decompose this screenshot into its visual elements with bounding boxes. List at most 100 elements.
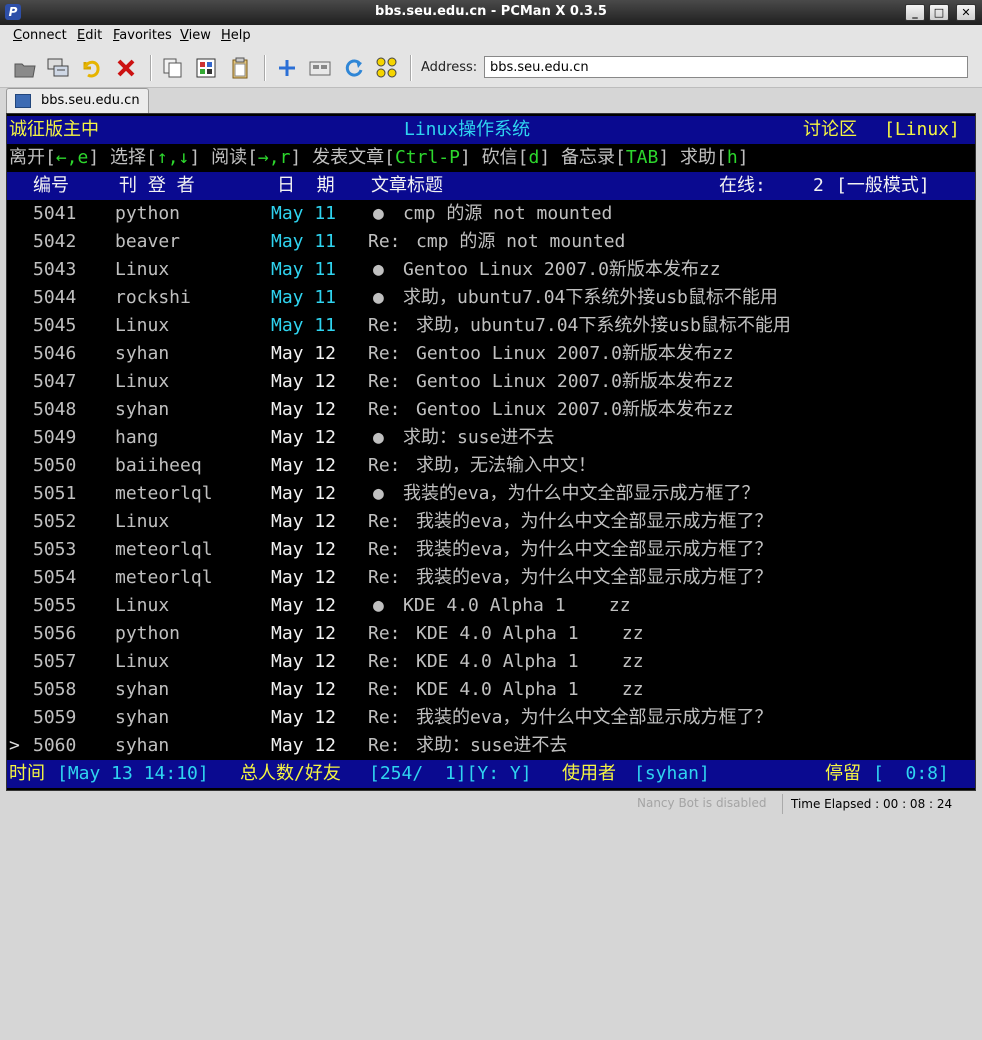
menu-help[interactable]: Help [221, 28, 251, 43]
disconnect-icon[interactable] [114, 56, 138, 80]
toolbar-separator [150, 55, 152, 81]
clipboard-icon[interactable] [228, 56, 252, 80]
post-number: 5042 [33, 231, 77, 252]
post-row[interactable]: >5060 syhan May 12 Re: 求助：suse进不去 [7, 732, 975, 760]
post-prefix: ● [373, 203, 384, 224]
post-title: 求助：suse进不去 [416, 735, 568, 756]
terminal-screen[interactable]: 诚征版主中 Linux操作系统 讨论区 [Linux] 离开[←,e] 选择[↑… [6, 113, 976, 791]
post-row[interactable]: 5056 python May 12 Re: KDE 4.0 Alpha 1 zz [7, 620, 975, 648]
post-date: May 12 [271, 651, 337, 672]
col-header-title: 文章标题 [371, 175, 443, 196]
post-number: 5041 [33, 203, 77, 224]
help-key: ↑,↓ [156, 147, 190, 168]
post-row[interactable]: 5047 Linux May 12 Re: Gentoo Linux 2007.0新版本… [7, 368, 975, 396]
post-prefix: ● [373, 483, 384, 504]
menu-favorites[interactable]: Favorites [113, 28, 172, 43]
post-prefix: Re: [368, 651, 401, 672]
menu-view[interactable]: View [180, 28, 211, 43]
post-row[interactable]: 5044 rockshi May 11 ● 求助，ubuntu7.04下系统外接usb鼠… [7, 284, 975, 312]
col-header-date: 日 期 [277, 175, 335, 196]
sites-icon[interactable] [46, 56, 70, 80]
help-text: 离开[ [9, 147, 56, 168]
help-key: ←,e [55, 147, 89, 168]
footer-users-value: [254/ 1][Y: Y] [369, 763, 532, 784]
add-favorite-icon[interactable] [275, 56, 299, 80]
board-header-left: 诚征版主中 [9, 119, 99, 140]
refresh-icon[interactable] [342, 56, 366, 80]
address-input[interactable] [484, 56, 968, 78]
post-row[interactable]: 5041 python May 11 ● cmp 的源 not mounted [7, 200, 975, 228]
time-elapsed: Time Elapsed : 00 : 08 : 24 [782, 794, 952, 814]
nav-grid-icon[interactable] [375, 56, 399, 80]
post-number: 5056 [33, 623, 77, 644]
post-row[interactable]: 5043 Linux May 11 ● Gentoo Linux 2007.0新版本发布… [7, 256, 975, 284]
post-prefix: Re: [368, 707, 401, 728]
post-row[interactable]: 5053 meteorlql May 12 Re: 我装的eva，为什么中文全部显示成方… [7, 536, 975, 564]
menu-bar: Connect Edit Favorites View Help [0, 25, 982, 47]
footer-time-value: [May 13 14:10] [57, 763, 209, 784]
help-key: TAB [625, 147, 659, 168]
board-footer: 时间 [May 13 14:10] 总人数/好友 [254/ 1][Y: Y] … [7, 760, 975, 788]
mode-indicator: [一般模式] [836, 175, 930, 196]
help-text: ] 砍信[ [459, 147, 529, 168]
post-prefix: Re: [368, 679, 401, 700]
post-date: May 12 [271, 567, 337, 588]
post-author: Linux [115, 259, 170, 280]
post-row[interactable]: 5050 baiiheeq May 12 Re: 求助，无法输入中文！ [7, 452, 975, 480]
post-author: syhan [115, 735, 170, 756]
emoticon-icon[interactable] [308, 56, 332, 80]
post-author: Linux [115, 371, 170, 392]
copy-icon[interactable] [161, 56, 185, 80]
post-author: syhan [115, 399, 170, 420]
post-row[interactable]: 5057 Linux May 12 Re: KDE 4.0 Alpha 1 zz [7, 648, 975, 676]
help-text: ] [737, 147, 749, 168]
tab-bbs-seu[interactable]: bbs.seu.edu.cn [6, 88, 149, 113]
col-header-num: 编号 [33, 175, 69, 196]
post-row[interactable]: 5052 Linux May 12 Re: 我装的eva，为什么中文全部显示成方框了？ [7, 508, 975, 536]
window-titlebar[interactable]: P bbs.seu.edu.cn - PCMan X 0.3.5 _ □ ✕ [0, 0, 982, 25]
folder-icon[interactable] [13, 56, 37, 80]
post-row[interactable]: 5042 beaver May 11 Re: cmp 的源 not mounted [7, 228, 975, 256]
maximize-button[interactable]: □ [929, 4, 949, 21]
post-row[interactable]: 5051 meteorlql May 12 ● 我装的eva，为什么中文全部显示成方框了… [7, 480, 975, 508]
post-author: python [115, 623, 181, 644]
post-row[interactable]: 5045 Linux May 11 Re: 求助，ubuntu7.04下系统外接usb鼠… [7, 312, 975, 340]
close-button[interactable]: ✕ [956, 4, 976, 21]
post-row[interactable]: 5054 meteorlql May 12 Re: 我装的eva，为什么中文全部显示成方… [7, 564, 975, 592]
window-title: bbs.seu.edu.cn - PCMan X 0.3.5 [375, 4, 607, 19]
post-row[interactable]: 5046 syhan May 12 Re: Gentoo Linux 2007.0新版本… [7, 340, 975, 368]
post-author: python [115, 203, 181, 224]
post-title: KDE 4.0 Alpha 1 zz [416, 623, 644, 644]
post-date: May 12 [271, 427, 337, 448]
post-number: 5058 [33, 679, 77, 700]
post-number: 5050 [33, 455, 77, 476]
post-row[interactable]: 5059 syhan May 12 Re: 我装的eva，为什么中文全部显示成方框了？ [7, 704, 975, 732]
board-header-board: [Linux] [884, 119, 960, 140]
reconnect-icon[interactable] [79, 56, 103, 80]
menu-edit[interactable]: Edit [77, 28, 102, 43]
post-author: baiiheeq [115, 455, 202, 476]
menu-connect[interactable]: Connect [13, 28, 67, 43]
post-title: 我装的eva，为什么中文全部显示成方框了？ [416, 511, 773, 532]
post-prefix: Re: [368, 623, 401, 644]
post-row[interactable]: 5055 Linux May 12 ● KDE 4.0 Alpha 1 zz [7, 592, 975, 620]
post-date: May 11 [271, 315, 337, 336]
paste-colored-icon[interactable] [194, 56, 218, 80]
column-header-bar: 编号 刊 登 者 日 期 文章标题 在线: 2 [一般模式] [7, 172, 975, 200]
board-header-title: Linux操作系统 [404, 119, 531, 140]
post-prefix: Re: [368, 511, 401, 532]
post-author: Linux [115, 511, 170, 532]
post-number: 5046 [33, 343, 77, 364]
post-row[interactable]: 5058 syhan May 12 Re: KDE 4.0 Alpha 1 zz [7, 676, 975, 704]
post-row[interactable]: 5049 hang May 12 ● 求助：suse进不去 [7, 424, 975, 452]
post-author: syhan [115, 707, 170, 728]
minimize-button[interactable]: _ [905, 4, 925, 21]
post-number: 5047 [33, 371, 77, 392]
post-row[interactable]: 5048 syhan May 12 Re: Gentoo Linux 2007.0新版本… [7, 396, 975, 424]
post-title: cmp 的源 not mounted [416, 231, 626, 252]
bot-status: Nancy Bot is disabled [637, 796, 767, 810]
post-prefix: ● [373, 427, 384, 448]
post-prefix: Re: [368, 735, 401, 756]
post-number: 5057 [33, 651, 77, 672]
post-title: 我装的eva，为什么中文全部显示成方框了？ [416, 567, 773, 588]
